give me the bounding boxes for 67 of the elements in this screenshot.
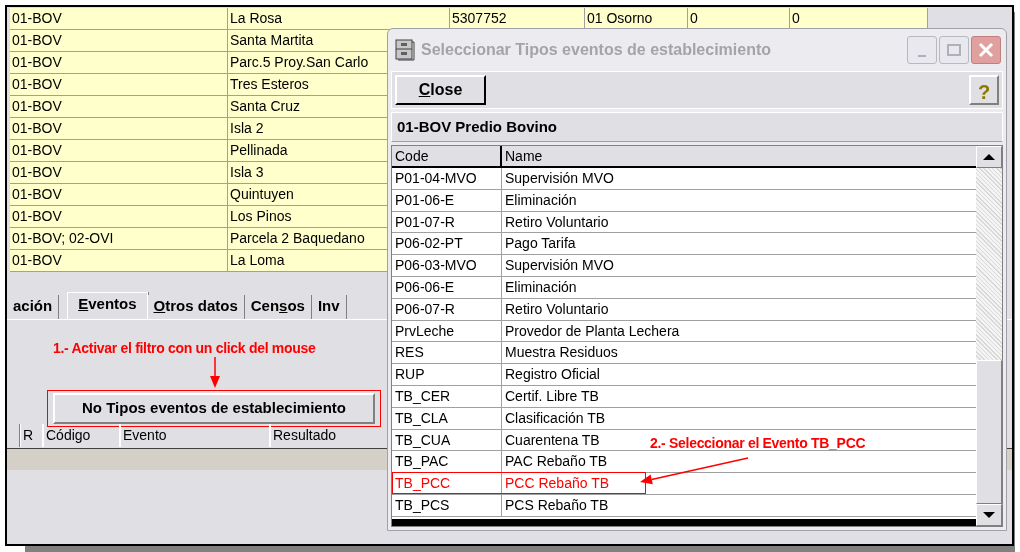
- cabinet-icon: [395, 39, 415, 61]
- table-cell[interactable]: TB_CER: [392, 385, 502, 407]
- column-header[interactable]: R: [20, 424, 43, 447]
- column-header[interactable]: Name: [502, 146, 976, 166]
- table-cell: 0: [790, 8, 928, 30]
- table-cell[interactable]: Muestra Residuos: [502, 342, 621, 364]
- table-cell[interactable]: TB_CUA: [392, 429, 502, 451]
- table-cell: 01-BOV: [10, 30, 228, 52]
- tab[interactable]: Eventos: [67, 292, 148, 319]
- close-icon: [978, 42, 994, 58]
- close-button[interactable]: Close: [395, 75, 486, 105]
- table-cell: 01-BOV: [10, 250, 228, 272]
- table-cell[interactable]: RUP: [392, 364, 502, 385]
- table-cell: 01 Osorno: [585, 8, 688, 30]
- table-cell[interactable]: Pago Tarifa: [502, 233, 579, 255]
- table-cell[interactable]: P01-07-R: [392, 211, 502, 233]
- table-cell[interactable]: TB_PCC: [393, 473, 502, 493]
- table-cell[interactable]: Retiro Voluntario: [502, 298, 612, 320]
- table-cell[interactable]: P06-06-E: [392, 277, 502, 298]
- column-header[interactable]: Código: [43, 424, 120, 447]
- table-cell[interactable]: TB_PAC: [392, 451, 502, 473]
- table-cell[interactable]: Registro Oficial: [502, 364, 603, 385]
- filter-button[interactable]: No Tipos eventos de establecimiento: [53, 393, 375, 424]
- table-cell[interactable]: TB_PCS: [392, 494, 502, 516]
- table-cell[interactable]: Supervisión MVO: [502, 168, 617, 189]
- scrollbar[interactable]: [976, 146, 1002, 526]
- table-cell[interactable]: Eliminación: [502, 277, 580, 298]
- table-cell[interactable]: PrvLeche: [392, 320, 502, 342]
- table-cell[interactable]: P06-03-MVO: [392, 255, 502, 276]
- table-cell[interactable]: P01-06-E: [392, 189, 502, 211]
- table-cell[interactable]: P06-07-R: [392, 298, 502, 320]
- table-cell: 01-BOV: [10, 206, 228, 228]
- table-cell: 01-BOV: [10, 184, 228, 206]
- table-cell: 01-BOV; 02-OVI: [10, 228, 228, 250]
- table-cell[interactable]: Supervisión MVO: [502, 255, 617, 276]
- column-header[interactable]: Code: [392, 146, 502, 166]
- maximize-button[interactable]: [939, 36, 969, 64]
- table-cell[interactable]: P06-02-PT: [392, 233, 502, 255]
- minimize-button[interactable]: [907, 36, 937, 64]
- group-header: 01-BOV Predio Bovino: [391, 112, 1003, 142]
- column-header[interactable]: Evento: [120, 424, 270, 447]
- table-cell: La Rosa: [228, 8, 450, 30]
- table-cell[interactable]: Eliminación: [502, 189, 580, 211]
- table-cell[interactable]: Clasificación TB: [502, 407, 609, 429]
- table-cell: 01-BOV: [10, 140, 228, 162]
- table-cell: 01-BOV: [10, 118, 228, 140]
- table-cell[interactable]: P01-04-MVO: [392, 168, 502, 189]
- annotation-text: 1.- Activar el filtro con un click del mouse: [53, 339, 316, 358]
- table-cell[interactable]: TB_CLA: [392, 407, 502, 429]
- table-cell: 01-BOV: [10, 74, 228, 96]
- table-cell[interactable]: Cuarentena TB: [502, 429, 603, 451]
- window-close-button[interactable]: [971, 36, 1001, 64]
- table-cell: 5307752: [450, 8, 585, 30]
- annotation-arrow: [210, 356, 220, 388]
- table-cell[interactable]: Provedor de Planta Lechera: [502, 320, 683, 342]
- table-cell[interactable]: PCS Rebaño TB: [502, 494, 612, 516]
- annotation-text: 2.- Seleccionar el Evento TB_PCC: [650, 434, 866, 453]
- table-cell: 01-BOV: [10, 8, 228, 30]
- table-cell[interactable]: PAC Rebaño TB: [502, 451, 611, 473]
- table-cell[interactable]: PCC Rebaño TB: [502, 473, 612, 493]
- table-cell: 01-BOV: [10, 52, 228, 74]
- table-cell[interactable]: Retiro Voluntario: [502, 211, 612, 233]
- table-cell[interactable]: RES: [392, 342, 502, 364]
- table-cell: 01-BOV: [10, 96, 228, 118]
- table-cell: 01-BOV: [10, 162, 228, 184]
- table-cell: 0: [688, 8, 790, 30]
- table-cell[interactable]: Certif. Libre TB: [502, 385, 602, 407]
